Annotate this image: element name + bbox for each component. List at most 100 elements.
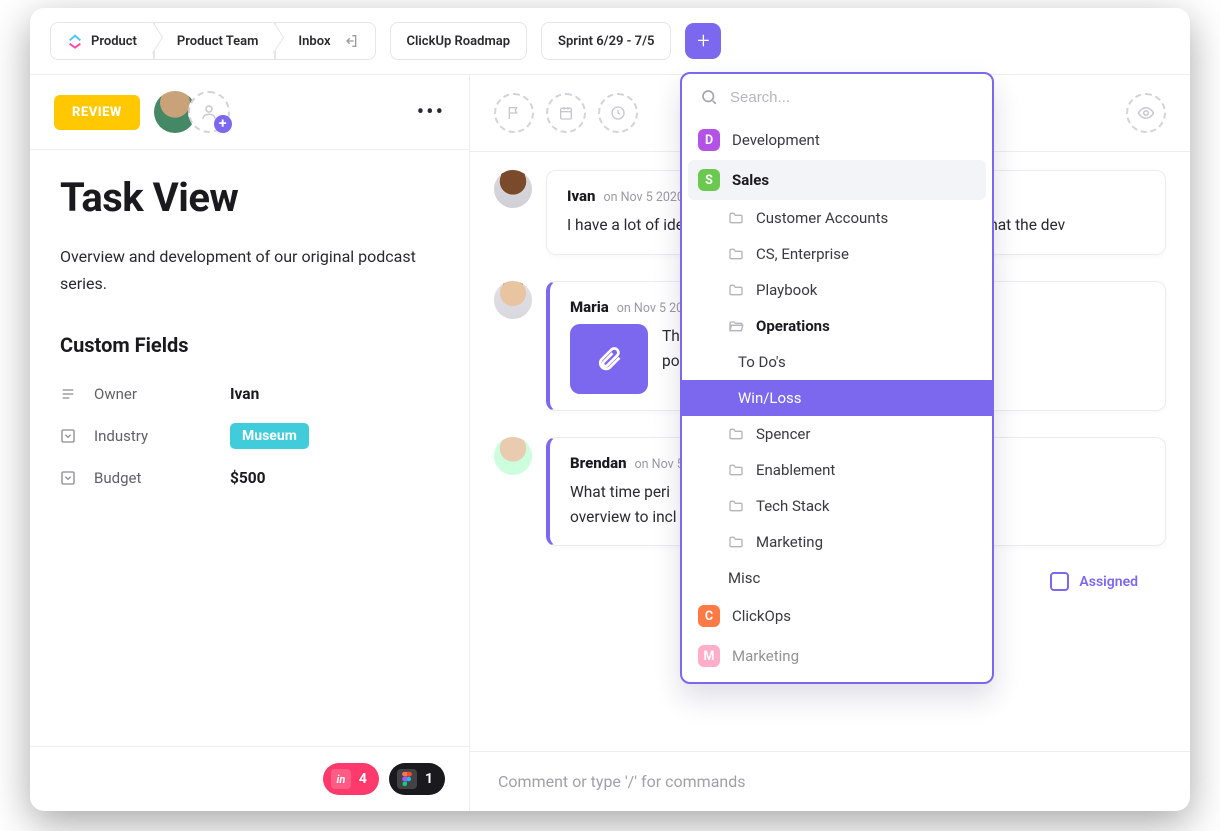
add-button[interactable]: + <box>685 23 721 59</box>
exit-icon[interactable] <box>343 33 359 49</box>
comment-author: Maria <box>570 298 609 316</box>
comment-date: on Nov 5 <box>635 457 684 472</box>
dropdown-item[interactable]: Marketing <box>682 524 992 560</box>
field-budget[interactable]: Budget $500 <box>60 459 439 497</box>
left-header: REVIEW + ••• <box>30 75 469 150</box>
breadcrumb-item-product[interactable]: Product <box>50 22 154 60</box>
comment-date: on Nov 5 2020 <box>603 190 683 205</box>
field-label: Owner <box>94 385 214 403</box>
space-icon: C <box>698 605 720 627</box>
invision-chip[interactable]: in 4 <box>323 763 379 795</box>
folder-icon <box>728 462 744 478</box>
plus-icon: + <box>214 115 232 133</box>
dropdown-item-label: Development <box>732 131 820 149</box>
dropdown-item[interactable]: Playbook <box>682 272 992 308</box>
breadcrumb-item-roadmap[interactable]: ClickUp Roadmap <box>390 22 527 60</box>
dropdown-item[interactable]: To Do's <box>682 344 992 380</box>
space-dropdown[interactable]: D Development SSalesCustomer Accounts CS, E… <box>680 72 994 684</box>
dropdown-item[interactable]: Win/Loss <box>682 380 992 416</box>
attachment-button[interactable] <box>570 324 648 394</box>
flag-button[interactable] <box>494 93 534 133</box>
dropdown-icon <box>60 470 78 486</box>
comment-placeholder: Comment or type '/' for commands <box>498 772 746 791</box>
folder-icon <box>728 282 744 298</box>
page-title: Task View <box>60 174 439 221</box>
dropdown-item[interactable]: Operations <box>682 308 992 344</box>
task-body: Task View Overview and development of ou… <box>30 150 469 521</box>
breadcrumb-label: Product <box>91 34 137 49</box>
search-input[interactable] <box>730 89 974 106</box>
calendar-icon <box>558 105 574 121</box>
more-menu-button[interactable]: ••• <box>417 100 445 125</box>
dropdown-item-label: To Do's <box>738 353 786 371</box>
eye-icon <box>1137 104 1155 122</box>
text-lines-icon <box>60 386 78 402</box>
avatar[interactable] <box>494 170 532 208</box>
folder-open-icon <box>728 318 744 334</box>
field-owner[interactable]: Owner Ivan <box>60 375 439 413</box>
comment-body-part: overview to incl <box>570 508 677 526</box>
dropdown-item[interactable]: D Development <box>682 120 992 160</box>
avatar[interactable] <box>494 281 532 319</box>
checkbox[interactable] <box>1050 572 1069 591</box>
dropdown-item-label: ClickOps <box>732 607 791 625</box>
time-button[interactable] <box>598 93 638 133</box>
flag-icon <box>506 105 522 121</box>
custom-fields-heading: Custom Fields <box>60 333 439 357</box>
folder-icon <box>728 426 744 442</box>
dropdown-item[interactable]: Tech Stack <box>682 488 992 524</box>
task-description: Overview and development of our original… <box>60 243 439 297</box>
folder-icon <box>728 246 744 262</box>
dropdown-item[interactable]: Misc <box>682 560 992 596</box>
dropdown-item-label: Marketing <box>732 647 799 665</box>
dropdown-item-label: CS, Enterprise <box>756 245 849 263</box>
paperclip-icon <box>595 345 623 373</box>
field-industry[interactable]: Industry Museum <box>60 413 439 459</box>
breadcrumb-label: Product Team <box>177 34 259 49</box>
dropdown-icon <box>60 428 78 444</box>
field-tag[interactable]: Museum <box>230 423 309 449</box>
custom-fields-list: Owner Ivan Industry Museum <box>60 375 439 497</box>
dropdown-item-label: Operations <box>756 317 830 335</box>
date-button[interactable] <box>546 93 586 133</box>
left-pane: REVIEW + ••• Task View Overview and deve… <box>30 75 470 811</box>
chip-count: 1 <box>425 771 433 787</box>
status-badge[interactable]: REVIEW <box>54 95 140 130</box>
assignee-avatars[interactable]: + <box>154 91 230 133</box>
assigned-label: Assigned <box>1079 574 1138 590</box>
clock-icon <box>610 105 626 121</box>
dropdown-item[interactable]: Enablement <box>682 452 992 488</box>
dropdown-item-label: Playbook <box>756 281 817 299</box>
figma-chip[interactable]: 1 <box>389 763 445 795</box>
space-icon: D <box>698 129 720 151</box>
breadcrumb: Product Product Team Inbox ClickUp Roadm… <box>30 8 1190 74</box>
dropdown-item-label: Win/Loss <box>738 389 802 407</box>
dropdown-item[interactable]: SSales <box>688 160 986 200</box>
add-assignee-button[interactable]: + <box>188 91 230 133</box>
dropdown-item-label: Sales <box>732 171 769 189</box>
invision-icon: in <box>331 769 351 789</box>
dropdown-list: D Development SSalesCustomer Accounts CS, E… <box>682 120 992 682</box>
dropdown-item[interactable]: MMarketing <box>682 636 992 676</box>
breadcrumb-item-inbox[interactable]: Inbox <box>275 22 375 60</box>
clickup-logo-icon <box>67 33 83 49</box>
breadcrumb-label: Sprint 6/29 - 7/5 <box>558 34 654 49</box>
dropdown-item[interactable]: Customer Accounts <box>682 200 992 236</box>
comment-author: Brendan <box>570 454 627 472</box>
app-window: Product Product Team Inbox ClickUp Roadm… <box>30 8 1190 811</box>
watch-button[interactable] <box>1126 93 1166 133</box>
dropdown-item[interactable]: C ClickOps <box>682 596 992 636</box>
left-footer: in 4 1 <box>30 746 469 811</box>
comment-input[interactable]: Comment or type '/' for commands <box>470 751 1190 811</box>
breadcrumb-item-sprint[interactable]: Sprint 6/29 - 7/5 <box>541 22 671 60</box>
folder-icon <box>728 498 744 514</box>
comment-date: on Nov 5 20 <box>617 301 683 316</box>
dropdown-item[interactable]: CS, Enterprise <box>682 236 992 272</box>
dropdown-item-label: Misc <box>728 569 760 587</box>
folder-icon <box>728 210 744 226</box>
dropdown-item-label: Enablement <box>756 461 835 479</box>
dropdown-item[interactable]: Spencer <box>682 416 992 452</box>
breadcrumb-label: ClickUp Roadmap <box>407 34 510 49</box>
avatar[interactable] <box>494 437 532 475</box>
breadcrumb-item-product-team[interactable]: Product Team <box>154 22 276 60</box>
